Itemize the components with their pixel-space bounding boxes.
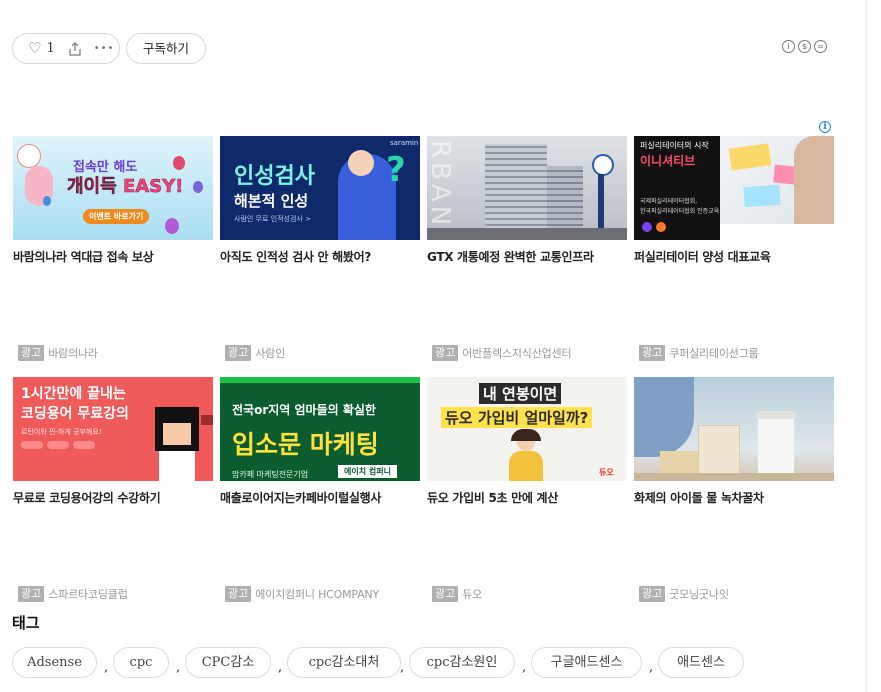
- ad-thumbnail[interactable]: 퍼실리테이터의 시작 이니셔티브 국제퍼실리테이터협회, 한국퍼실리테이터협회 …: [634, 136, 834, 240]
- ad-thumb-headline: 인성검사: [234, 164, 315, 189]
- cc-nd-icon: =: [814, 40, 827, 53]
- ad-thumb-text: 맘카페 마케팅전문기업: [232, 470, 309, 479]
- ad-badge: 광고: [432, 345, 459, 361]
- ad-title[interactable]: 무료로 코딩용어강의 수강하기: [13, 489, 213, 506]
- ad-title[interactable]: 아직도 인적성 검사 안 해봤어?: [220, 248, 420, 265]
- ad-badge: 광고: [639, 345, 666, 361]
- tags-heading: 태그: [12, 614, 40, 632]
- tag-google-adsense[interactable]: 구글애드센스: [531, 647, 642, 678]
- ad-meta: 광고 바람의나라: [18, 345, 98, 361]
- ad-thumb-text: 전국or지역 엄마들의 확실한: [232, 403, 376, 417]
- ad-title[interactable]: 매출로이어지는카페바이럴실행사: [220, 489, 420, 506]
- share-icon[interactable]: [68, 41, 82, 56]
- ad-thumb-text: 르탄이와 찐-하게 공부해요!: [21, 428, 102, 436]
- tag-cpc-decrease-cause[interactable]: cpc감소원인: [409, 647, 515, 678]
- ad-title[interactable]: 퍼실리테이터 양성 대표교육: [634, 248, 834, 265]
- ad-thumbnail[interactable]: 내 연봉이면 듀오 가입비 얼마일까? 듀오: [427, 377, 627, 481]
- ad-info-icon[interactable]: i: [819, 121, 831, 133]
- ad-meta: 광고 듀오: [432, 586, 482, 602]
- page-right-border: [866, 0, 867, 692]
- ad-thumb-headline: 내 연봉이면: [479, 383, 562, 404]
- tag-adsense-kr[interactable]: 애드센스: [658, 647, 744, 678]
- ad-thumb-headline: 코딩용어 무료강의: [21, 406, 129, 422]
- ad-card[interactable]: 퍼실리테이터의 시작 이니셔티브 국제퍼실리테이터협회, 한국퍼실리테이터협회 …: [634, 136, 834, 265]
- ad-meta: 광고 굿모닝굿나잇: [639, 586, 729, 602]
- ad-card[interactable]: 전국or지역 엄마들의 확실한 입소문 마케팅 맘카페 마케팅전문기업 에이치 …: [220, 377, 420, 506]
- ad-badge: 광고: [18, 586, 45, 602]
- ad-card[interactable]: RBAN GTX 개통예정 완벽한 교통인프라: [427, 136, 627, 265]
- ad-thumb-headline: 듀오 가입비 얼마일까?: [441, 407, 593, 428]
- ad-thumbnail[interactable]: 1시간만에 끝내는 코딩용어 무료강의 르탄이와 찐-하게 공부해요!: [13, 377, 213, 481]
- tag-separator: ,: [104, 660, 109, 675]
- ad-advertiser[interactable]: 바람의나라: [48, 345, 98, 361]
- ad-thumb-headline: 개이득 EASY!: [67, 176, 184, 198]
- ad-advertiser[interactable]: 스파르타코딩클럽: [48, 586, 128, 602]
- ad-title[interactable]: GTX 개통예정 완벽한 교통인프라: [427, 248, 627, 265]
- more-icon[interactable]: •••: [94, 43, 115, 54]
- ad-advertiser[interactable]: 굿모닝굿나잇: [669, 586, 729, 602]
- ad-card[interactable]: 내 연봉이면 듀오 가입비 얼마일까? 듀오 듀오 가입비 5초 만에 계산: [427, 377, 627, 506]
- tag-separator: ,: [400, 660, 405, 675]
- ad-title[interactable]: 바람의나라 역대급 접속 보상: [13, 248, 213, 265]
- ad-thumb-text: 해본적 인성: [234, 192, 309, 210]
- ad-advertiser[interactable]: 쿠퍼실리테이션그룹: [669, 345, 758, 361]
- ad-thumb-headline: 1시간만에 끝내는: [21, 386, 126, 402]
- subscribe-button[interactable]: 구독하기: [126, 33, 206, 64]
- ad-thumbnail[interactable]: 전국or지역 엄마들의 확실한 입소문 마케팅 맘카페 마케팅전문기업 에이치 …: [220, 377, 420, 481]
- ad-thumbnail[interactable]: 접속만 해도 개이득 EASY! 이벤트 바로가기: [13, 136, 213, 240]
- ad-badge: 광고: [225, 586, 252, 602]
- ad-thumb-brand: 에이치 컴퍼니: [338, 465, 397, 478]
- like-count: 1: [46, 41, 55, 56]
- ad-card[interactable]: saramin 인성검사 해본적 인성 사람인 무료 인적성검사 > ? 아직도…: [220, 136, 420, 265]
- tag-cpc-decrease[interactable]: CPC감소: [185, 647, 271, 678]
- ad-thumb-headline: 이니셔티브: [640, 154, 696, 168]
- ad-thumb-brand: 듀오: [599, 468, 614, 477]
- ad-thumb-text: 퍼실리테이터의 시작: [640, 141, 709, 150]
- ad-badge: 광고: [432, 586, 459, 602]
- ad-thumb-brand: saramin: [390, 139, 419, 147]
- tag-cpc[interactable]: cpc: [113, 647, 169, 678]
- ad-thumbnail[interactable]: RBAN: [427, 136, 627, 240]
- tag-cpc-decrease-response[interactable]: cpc감소대처: [287, 647, 401, 678]
- ad-thumb-watermark: RBAN: [427, 140, 455, 230]
- ad-thumb-text: 사람인 무료 인적성검사 >: [234, 215, 311, 223]
- ad-badge: 광고: [225, 345, 252, 361]
- tag-adsense[interactable]: Adsense: [12, 647, 97, 678]
- tag-separator: ,: [522, 660, 527, 675]
- ad-meta: 광고 쿠퍼실리테이션그룹: [639, 345, 759, 361]
- ad-card[interactable]: 화제의 아이돌 물 녹차꿀차: [634, 377, 834, 506]
- heart-icon[interactable]: ♡: [28, 41, 41, 56]
- ad-thumb-text: 한국퍼실리테이터협회 인증교육: [640, 208, 720, 215]
- ad-badge: 광고: [18, 345, 45, 361]
- ad-title[interactable]: 화제의 아이돌 물 녹차꿀차: [634, 489, 834, 506]
- ad-meta: 광고 사람인: [225, 345, 285, 361]
- ad-card[interactable]: 접속만 해도 개이득 EASY! 이벤트 바로가기 바람의나라 역대급 접속 보…: [13, 136, 213, 265]
- license-icons: i $ =: [782, 40, 827, 53]
- ad-thumb-headline: 입소문 마케팅: [232, 430, 379, 459]
- cc-by-icon: i: [782, 40, 795, 53]
- ad-advertiser[interactable]: 사람인: [255, 345, 285, 361]
- ad-meta: 광고 스파르타코딩클럽: [18, 586, 128, 602]
- reaction-bar: ♡ 1 •••: [12, 33, 120, 64]
- ad-meta: 광고 어반플렉스지식산업센터: [432, 345, 572, 361]
- tag-separator: ,: [278, 660, 283, 675]
- ad-advertiser[interactable]: 어반플렉스지식산업센터: [462, 345, 571, 361]
- ad-thumb-text: 국제퍼실리테이터협회,: [640, 198, 698, 205]
- ad-thumbnail[interactable]: saramin 인성검사 해본적 인성 사람인 무료 인적성검사 > ?: [220, 136, 420, 240]
- ad-thumb-button: 이벤트 바로가기: [83, 209, 150, 224]
- cc-nc-icon: $: [798, 40, 811, 53]
- ad-card[interactable]: 1시간만에 끝내는 코딩용어 무료강의 르탄이와 찐-하게 공부해요! 무료로 …: [13, 377, 213, 506]
- ad-meta: 광고 에이치컴퍼니 HCOMPANY: [225, 586, 379, 602]
- ad-badge: 광고: [639, 586, 666, 602]
- ad-thumbnail[interactable]: [634, 377, 834, 481]
- ad-advertiser[interactable]: 듀오: [462, 586, 482, 602]
- tag-separator: ,: [176, 660, 181, 675]
- ad-title[interactable]: 듀오 가입비 5초 만에 계산: [427, 489, 627, 506]
- tag-separator: ,: [649, 660, 654, 675]
- ad-advertiser[interactable]: 에이치컴퍼니 HCOMPANY: [255, 586, 379, 602]
